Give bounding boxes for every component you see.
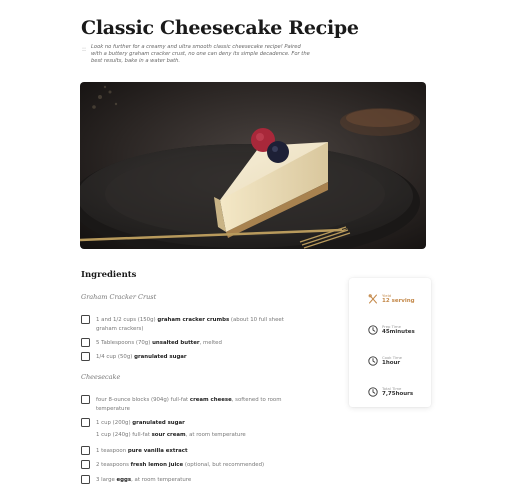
- yield-value: 12 serving: [382, 298, 415, 304]
- intro-text: Look no further for a creamy and ultra s…: [91, 44, 310, 64]
- ingredients-heading: Ingredients: [81, 270, 137, 280]
- section-title-cheesecake: Cheesecake: [81, 373, 121, 381]
- cook-time-stat: Cook Time 1hour: [368, 354, 428, 374]
- clock-icon: [368, 356, 378, 366]
- prep-time-stat: Prep Time 45minutes: [368, 323, 428, 343]
- prep-time-value: 45minutes: [382, 329, 415, 335]
- ingredient-text: four 8-ounce blocks (904g) full-fat crea…: [96, 397, 282, 412]
- ingredient-checkbox[interactable]: [81, 395, 90, 404]
- ingredient-text: 1 teaspoon pure vanilla extract: [96, 448, 188, 454]
- ingredient-text: 5 Tablespoons (70g) unsalted butter, mel…: [96, 340, 222, 346]
- ingredient-text: 2 teaspoons fresh lemon juice (optional,…: [96, 462, 265, 468]
- clock-icon: [368, 387, 378, 397]
- ingredient-checkbox[interactable]: [81, 338, 90, 347]
- total-time-value: 7,75hours: [382, 391, 414, 397]
- ingredient-checkbox[interactable]: [81, 460, 90, 469]
- page-title: Classic Cheesecake Recipe: [81, 17, 359, 39]
- ingredient-text: 1/4 cup (50g) granulated sugar: [96, 354, 187, 360]
- ingredient-text: 1 and 1/2 cups (150g) graham cracker cru…: [96, 317, 284, 332]
- ingredient-checkbox[interactable]: [81, 475, 90, 484]
- clock-icon: [368, 325, 378, 335]
- total-time-stat: Total Time 7,75hours: [368, 385, 428, 405]
- drag-handle-icon: ::: [82, 46, 87, 53]
- ingredient-note: 1 cup (240g) full-fat sour cream, at roo…: [96, 432, 246, 438]
- ingredient-checkbox[interactable]: [81, 352, 90, 361]
- ingredient-checkbox[interactable]: [81, 446, 90, 455]
- recipe-info-card: Yield 12 serving Prep Time 45minutes Coo…: [349, 278, 431, 407]
- hero-image: [80, 82, 426, 249]
- ingredient-checkbox[interactable]: [81, 418, 90, 427]
- cheesecake-photo: [80, 82, 426, 249]
- ingredient-checkbox[interactable]: [81, 315, 90, 324]
- yield-stat: Yield 12 serving: [368, 292, 428, 312]
- cook-time-value: 1hour: [382, 360, 401, 366]
- section-title-crust: Graham Cracker Crust: [81, 293, 157, 301]
- ingredient-text: 3 large eggs, at room temperature: [96, 477, 192, 483]
- ingredient-text: 1 cup (200g) granulated sugar: [96, 420, 185, 426]
- utensils-icon: [368, 294, 377, 304]
